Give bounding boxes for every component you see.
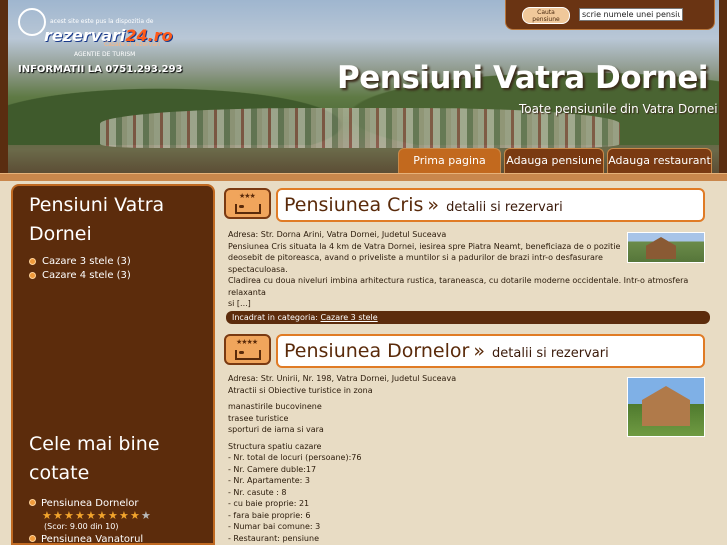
- main-content: ★★★ Pensiunea Cris» detalii si rezervari…: [222, 184, 715, 545]
- sidebar: Pensiuni Vatra Dornei Cazare 3 stele (3)…: [11, 184, 215, 545]
- category-count: (3): [116, 270, 131, 281]
- house-image: [642, 386, 690, 426]
- star-icon: ★: [64, 509, 74, 522]
- raquo: »: [473, 340, 485, 362]
- post-detail-link[interactable]: detalii si rezervari: [446, 200, 563, 215]
- search-button[interactable]: Cauta pensiune: [522, 7, 570, 24]
- category-stars: ★★★: [239, 192, 256, 200]
- category-link[interactable]: Cazare 3 stele: [42, 256, 113, 267]
- sidebar-heading-line: Dornei: [29, 223, 92, 245]
- category-bed-icon: ★★★: [224, 188, 271, 219]
- bed-icon: [235, 350, 261, 360]
- post-title-link[interactable]: Pensiunea Dornelor: [284, 340, 469, 362]
- post-line: - fara baie proprie: 6: [228, 510, 311, 520]
- header-separator: [0, 173, 727, 181]
- post-line: - Nr. Camere duble:17: [228, 464, 317, 474]
- search-input[interactable]: [579, 8, 683, 21]
- post-detail-link[interactable]: detalii si rezervari: [492, 346, 609, 361]
- sidebar-heading-top-rated: Cele mai bine cotate: [29, 430, 160, 488]
- rating-score: (Scor: 9.00 din 10): [44, 522, 119, 531]
- post-title-box: Pensiunea Cris» detalii si rezervari: [276, 188, 705, 222]
- post-header: ★★★★ Pensiunea Dornelor» detalii si reze…: [222, 330, 709, 368]
- post-line: - cu baie proprie: 21: [228, 499, 310, 508]
- sidebar-heading-line: Cele mai bine: [29, 433, 160, 455]
- post-line: sporturi de iarna si vara: [228, 425, 324, 434]
- nav-prima-pagina[interactable]: Prima pagina: [398, 148, 501, 173]
- post-line: - Nr. total de locuri (persoane):76: [228, 453, 362, 462]
- post-line: Structura spatiu cazare: [228, 441, 322, 451]
- nav-adauga-restaurant[interactable]: Adauga restaurant: [607, 148, 712, 173]
- logo-agency: AGENTIE DE TURISM: [74, 51, 136, 58]
- logo-tagline: Cazare si rezervari: [104, 41, 161, 48]
- star-icon: ★: [53, 509, 63, 522]
- sidebar-heading-line: cotate: [29, 462, 90, 484]
- frame-right: [719, 0, 727, 176]
- category-stars: ★★★★: [236, 338, 258, 346]
- post-line: - Numar bai comune: 3: [228, 522, 321, 531]
- star-icon: ★: [97, 509, 107, 522]
- footer-prefix: Incadrat in categoria:: [232, 313, 318, 322]
- post-line: si [...]: [228, 299, 251, 308]
- logo-small-text: acest site este pus la dispozitia de: [50, 18, 154, 25]
- bullet-icon: [29, 535, 36, 542]
- post-header: ★★★ Pensiunea Cris» detalii si rezervari: [222, 184, 709, 222]
- post-thumbnail[interactable]: [627, 377, 705, 437]
- post-line: - Restaurant: pensiune: [228, 533, 319, 543]
- category-item[interactable]: Cazare 3 stele (3): [29, 255, 131, 269]
- top-rated-item[interactable]: Pensiunea Dornelor: [29, 498, 139, 509]
- category-list: Cazare 3 stele (3) Cazare 4 stele (3): [29, 255, 131, 283]
- sidebar-heading-categories: Pensiuni Vatra Dornei: [29, 191, 164, 249]
- star-icon: ★: [42, 509, 52, 522]
- footer-category-link[interactable]: Cazare 3 stele: [321, 313, 378, 322]
- nav-adauga-pensiune[interactable]: Adauga pensiune: [504, 148, 604, 173]
- post-line: Adresa: Str. Unirii, Nr. 198, Vatra Dorn…: [228, 374, 457, 383]
- bed-icon: [235, 204, 261, 214]
- search-box: Cauta pensiune: [505, 0, 715, 30]
- post-excerpt: Adresa: Str. Unirii, Nr. 198, Vatra Dorn…: [228, 373, 623, 544]
- post-line: - Nr. casute : 8: [228, 487, 287, 497]
- post-thumbnail[interactable]: [627, 232, 705, 263]
- star-icon: ★: [130, 509, 140, 522]
- star-icon: ★: [141, 509, 151, 522]
- post-line: - Nr. Apartamente: 3: [228, 476, 311, 485]
- star-icon: ★: [75, 509, 85, 522]
- bullet-icon: [29, 258, 36, 265]
- raquo: »: [427, 194, 440, 216]
- post-line: spectaculoasa.: [228, 264, 288, 274]
- post-title-box: Pensiunea Dornelor» detalii si rezervari: [276, 334, 705, 368]
- post-line: trasee turistice: [228, 413, 289, 423]
- clock-icon: [18, 8, 46, 36]
- category-bed-icon: ★★★★: [224, 334, 271, 365]
- post-line: manastirile bucovinene: [228, 402, 322, 411]
- star-icon: ★: [86, 509, 96, 522]
- bullet-icon: [29, 272, 36, 279]
- post-line: Pensiunea Cris situata la 4 km de Vatra …: [228, 241, 621, 251]
- star-icon: ★: [108, 509, 118, 522]
- top-rated-link[interactable]: Pensiunea Dornelor: [41, 498, 139, 509]
- category-link[interactable]: Cazare 4 stele: [42, 270, 113, 281]
- bullet-icon: [29, 499, 36, 506]
- post-excerpt: Adresa: Str. Dorna Arini, Vatra Dornei, …: [228, 229, 688, 310]
- house-image: [646, 237, 676, 259]
- site-title: Pensiuni Vatra Dornei: [337, 60, 709, 96]
- category-item[interactable]: Cazare 4 stele (3): [29, 269, 131, 283]
- frame-left: [0, 0, 8, 176]
- post-footer: Incadrat in categoria: Cazare 3 stele: [226, 311, 710, 324]
- post-line: Adresa: Str. Dorna Arini, Vatra Dornei, …: [228, 230, 447, 239]
- rating-stars: ★ ★ ★ ★ ★ ★ ★ ★ ★ ★: [42, 509, 151, 522]
- post-title-link[interactable]: Pensiunea Cris: [284, 194, 423, 216]
- category-count: (3): [116, 256, 131, 267]
- sidebar-heading-line: Pensiuni Vatra: [29, 194, 165, 216]
- top-rated-item[interactable]: Pensiunea Vanatorul: [29, 534, 143, 545]
- top-rated-link[interactable]: Pensiunea Vanatorul: [41, 534, 143, 545]
- post-line: Atractii si Obiective turistice in zona: [228, 385, 373, 395]
- site-subtitle: Toate pensiunile din Vatra Dornei: [519, 102, 718, 116]
- site-header: acest site este pus la dispozitia de rez…: [0, 0, 727, 176]
- star-icon: ★: [119, 509, 129, 522]
- post-line: Cladirea cu doua niveluri imbina arhitec…: [228, 276, 689, 297]
- phone-info: INFORMATII LA 0751.293.293: [18, 64, 183, 75]
- post-line: deosebit de pitoreasca, avand o privelis…: [228, 253, 603, 262]
